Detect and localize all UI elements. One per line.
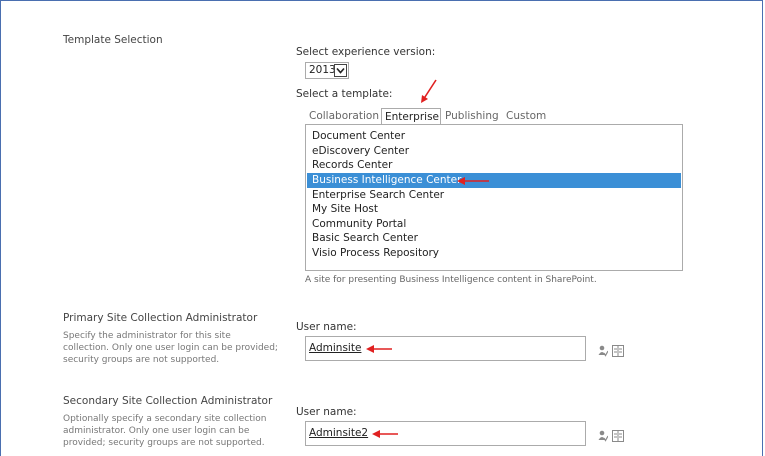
secondary-admin-description: Optionally specify a secondary site coll… (63, 414, 267, 448)
chevron-down-icon[interactable] (334, 64, 347, 77)
primary-admin-icons (598, 345, 624, 357)
list-item[interactable]: Enterprise Search Center (307, 188, 681, 203)
check-names-icon[interactable] (598, 430, 608, 442)
check-names-icon[interactable] (598, 345, 608, 357)
annotation-arrow-icon (421, 79, 437, 103)
version-value: 2013 (309, 64, 336, 76)
address-book-icon[interactable] (612, 345, 624, 357)
secondary-admin-icons (598, 430, 624, 442)
list-item[interactable]: Records Center (307, 158, 681, 173)
template-description: A site for presenting Business Intellige… (305, 275, 597, 285)
primary-admin-title: Primary Site Collection Administrator (63, 312, 258, 324)
secondary-admin-input[interactable]: Adminsite2 (305, 421, 586, 446)
template-listbox[interactable]: Document Center eDiscovery Center Record… (305, 124, 683, 271)
tab-publishing[interactable]: Publishing (445, 108, 499, 125)
version-label: Select experience version: (296, 46, 436, 58)
tab-custom[interactable]: Custom (506, 108, 546, 125)
list-item-selected[interactable]: Business Intelligence Center (307, 173, 681, 188)
primary-admin-description: Specify the administrator for this site … (63, 331, 278, 365)
secondary-admin-value: Adminsite2 (309, 427, 369, 439)
list-item[interactable]: Document Center (307, 129, 681, 144)
template-label: Select a template: (296, 88, 393, 100)
list-item[interactable]: eDiscovery Center (307, 144, 681, 159)
list-item[interactable]: Basic Search Center (307, 231, 681, 246)
tab-enterprise[interactable]: Enterprise (381, 108, 441, 125)
primary-admin-field-label: User name: (296, 321, 357, 333)
template-section-title: Template Selection (63, 34, 163, 46)
secondary-admin-title: Secondary Site Collection Administrator (63, 395, 273, 407)
version-select[interactable]: 2013 (305, 62, 349, 79)
annotation-arrow-icon (366, 345, 392, 353)
annotation-arrow-icon (372, 430, 398, 438)
list-item[interactable]: Community Portal (307, 217, 681, 232)
list-item[interactable]: Visio Process Repository (307, 246, 681, 261)
tab-collaboration[interactable]: Collaboration (309, 108, 379, 125)
annotation-arrow-icon (457, 177, 489, 185)
list-item[interactable]: My Site Host (307, 202, 681, 217)
primary-admin-value: Adminsite (309, 342, 362, 354)
primary-admin-input[interactable]: Adminsite (305, 336, 586, 361)
secondary-admin-field-label: User name: (296, 406, 357, 418)
address-book-icon[interactable] (612, 430, 624, 442)
